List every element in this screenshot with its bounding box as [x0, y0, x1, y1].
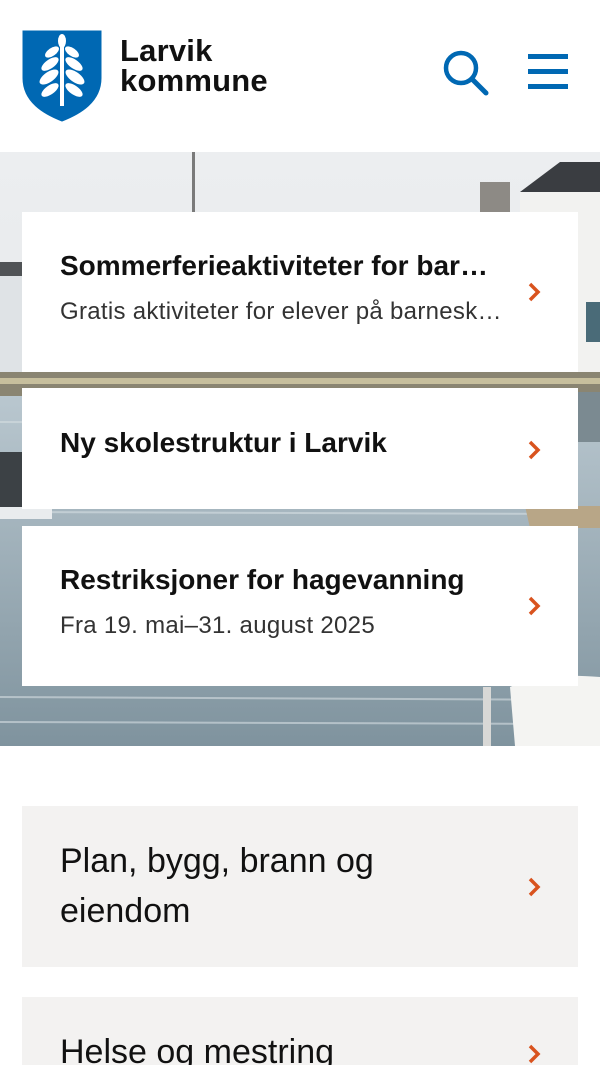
search-button[interactable] — [440, 48, 490, 98]
news-card-title: Restriksjoner for hagevanning — [60, 564, 465, 595]
news-card-subtitle: Gratis aktiviteter for elever på barnesk… — [60, 298, 504, 325]
chevron-right-icon — [528, 1044, 541, 1064]
news-card-3[interactable]: Restriksjoner for hagevanning Fra 19. ma… — [22, 526, 578, 686]
category-label: Helse og mestring — [60, 1033, 335, 1065]
chevron-right-icon — [528, 596, 541, 616]
news-card-title: Sommerferieaktiviteter for barn og unge — [60, 250, 504, 281]
site-name-line2: kommune — [120, 63, 268, 98]
news-card-subtitle: Fra 19. mai–31. august 2025 — [60, 612, 375, 639]
site-header: Larvik kommune — [0, 0, 600, 152]
larvik-coat-of-arms-logo[interactable] — [22, 30, 102, 122]
chevron-right-icon — [528, 282, 541, 302]
news-card-2[interactable]: Ny skolestruktur i Larvik — [22, 388, 578, 509]
news-card-title: Ny skolestruktur i Larvik — [60, 427, 387, 458]
chevron-right-icon — [528, 440, 541, 460]
site-name-line1: Larvik — [120, 33, 213, 68]
news-card-1[interactable]: Sommerferieaktiviteter for barn og unge … — [22, 212, 578, 372]
category-helse[interactable]: Helse og mestring — [22, 997, 578, 1065]
hamburger-menu-icon — [528, 54, 568, 89]
category-label: Plan, bygg, brann og eiendom — [60, 842, 374, 930]
site-name[interactable]: Larvik kommune — [120, 33, 268, 98]
category-plan-bygg[interactable]: Plan, bygg, brann og eiendom — [22, 806, 578, 967]
chevron-right-icon — [528, 877, 541, 897]
menu-button[interactable] — [526, 52, 570, 92]
search-icon — [443, 50, 489, 96]
